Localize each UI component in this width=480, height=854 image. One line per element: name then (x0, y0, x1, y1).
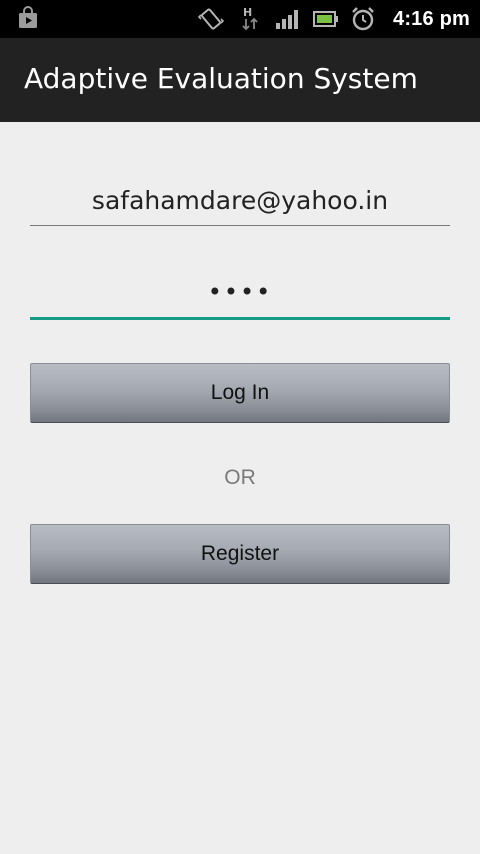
action-bar: Adaptive Evaluation System (0, 38, 480, 122)
vibrate-icon (198, 8, 224, 30)
status-bar: H 4:16 pm (0, 0, 480, 38)
signal-icon (276, 10, 298, 29)
or-separator: OR (224, 466, 256, 489)
network-h-icon: H (242, 6, 258, 31)
login-button[interactable]: Log In (30, 363, 450, 423)
password-field[interactable]: •••• (30, 270, 450, 320)
status-time: 4:16 pm (393, 8, 470, 30)
battery-icon (313, 11, 338, 27)
app-title: Adaptive Evaluation System (24, 62, 418, 95)
svg-text:H: H (243, 6, 252, 19)
email-field[interactable]: safahamdare@yahoo.in (30, 176, 450, 226)
alarm-icon (352, 7, 374, 31)
register-button[interactable]: Register (30, 524, 450, 584)
shopping-bag-icon (19, 6, 37, 28)
